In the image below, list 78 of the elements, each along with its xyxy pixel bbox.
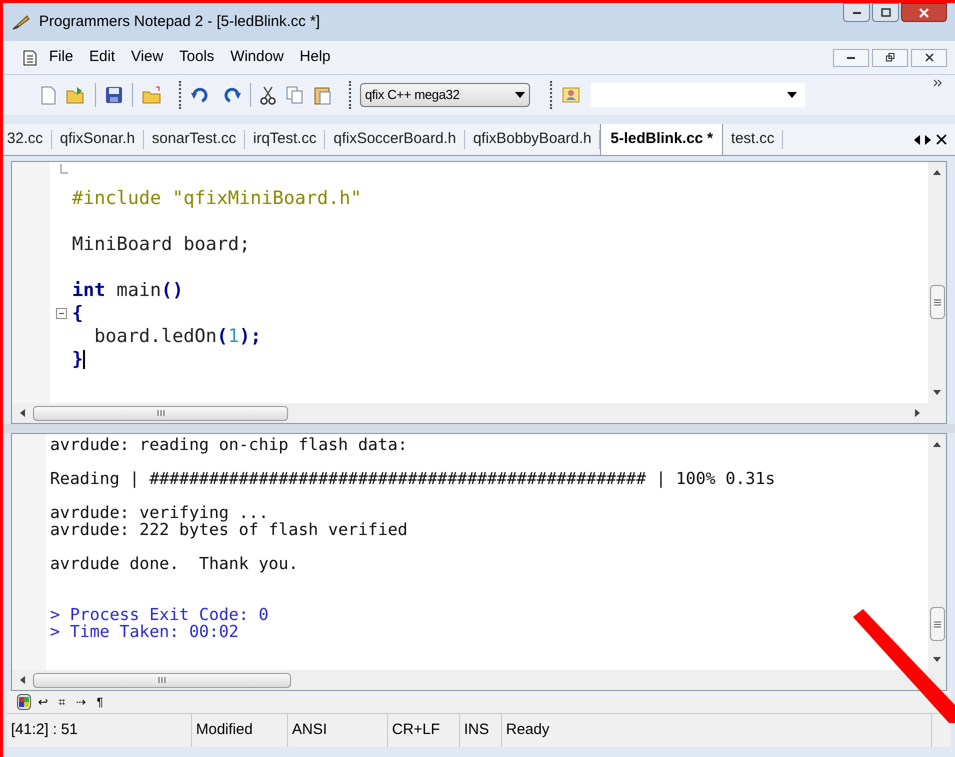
tab[interactable]: qfixSoccerBoard.h [325,130,466,149]
search-field[interactable] [591,83,805,107]
output-line: Reading | ################################################## | 100% 0.31s [50,470,776,487]
scrollbar-thumb[interactable] [930,607,944,641]
output-line: > Time Taken: 00:02 [50,623,239,640]
horizontal-scrollbar-thumb[interactable] [33,406,288,420]
scroll-down-icon[interactable] [933,390,941,395]
dropdown-arrow-icon [787,92,797,98]
code-line: int main() [72,278,184,303]
tab[interactable]: 32.cc [3,130,52,149]
restore-icon [886,53,894,62]
output-line: avrdude: reading on-chip flash data: [50,436,408,453]
folder-icon[interactable] [141,85,163,105]
output-line: > Process Exit Code: 0 [50,606,269,623]
scrollbar-thumb[interactable] [930,285,944,319]
menu-item[interactable]: Help [300,46,331,69]
code-line: } [72,348,84,372]
code-line: board.ledOn(1); [93,324,262,349]
scroll-up-icon[interactable] [933,170,941,175]
tab-left-arrow-icon[interactable] [914,134,920,144]
code-line: { [72,302,84,326]
colour-toggle-button[interactable] [17,694,31,710]
tab[interactable]: test.cc [723,130,784,149]
copy-icon[interactable] [285,85,305,105]
tab-right-arrow-icon[interactable] [925,134,931,144]
paste-icon[interactable] [313,85,333,105]
status-field: [41:2] : 51 [7,714,192,747]
tab[interactable]: sonarTest.cc [144,130,246,149]
view-toggle-button[interactable]: ¶ [93,694,107,710]
scroll-up-icon[interactable] [933,442,941,447]
tab[interactable]: irqTest.cc [245,130,326,149]
menu-item[interactable]: File [49,46,74,69]
status-field: Modified [192,714,288,747]
close-button[interactable] [901,3,947,22]
save-icon[interactable] [104,85,124,105]
scroll-left-icon[interactable] [20,409,25,417]
fold-collapse-icon[interactable] [56,308,67,319]
view-toggle-button[interactable]: ⇢ [74,694,88,710]
output-line: avrdude done. Thank you. [50,555,298,572]
mdi-minimize-button[interactable] [833,48,869,66]
cut-icon[interactable] [259,85,277,105]
close-icon [924,53,934,62]
code-line: MiniBoard board; [72,232,250,257]
mdi-restore-button[interactable] [872,48,908,66]
status-field: Ready [502,714,932,747]
view-toggle-button[interactable]: ↩ [36,694,50,710]
scroll-left-icon[interactable] [20,676,25,684]
document-icon [23,50,37,66]
minimize-icon [847,56,855,59]
status-field: ANSI [288,714,388,747]
maximize-button[interactable] [872,3,899,22]
scheme-dropdown[interactable]: qfix C++ mega32 [360,83,530,107]
view-toggle-button[interactable]: ⌗ [55,694,69,710]
minimize-icon [852,10,862,14]
horizontal-scrollbar-thumb[interactable] [33,672,291,688]
code-line: #include "qfixMiniBoard.h" [72,186,362,211]
minimize-button[interactable] [843,3,870,22]
tab-close-icon[interactable] [936,134,947,145]
maximize-icon [880,8,890,17]
status-field: INS [460,714,502,747]
menu-item[interactable]: View [131,46,164,69]
tab[interactable]: qfixSonar.h [52,130,144,149]
overflow-chevron-icon[interactable] [933,79,943,87]
output-line: avrdude: 222 bytes of flash verified [50,521,408,538]
dropdown-arrow-icon [515,92,525,98]
output-line: avrdude: verifying ... [50,504,269,521]
tab[interactable]: 5-ledBlink.cc * [600,124,724,155]
menu-item[interactable]: Edit [89,46,116,69]
menu-item[interactable]: Tools [179,46,214,69]
menu-item[interactable]: Window [230,46,284,69]
quill-icon [11,13,31,31]
mdi-close-button[interactable] [911,48,947,66]
scroll-down-icon[interactable] [933,657,941,662]
new-file-icon[interactable] [39,85,57,105]
scroll-right-icon[interactable] [915,409,920,417]
window-title: Programmers Notepad 2 - [5-ledBlink.cc *] [39,12,320,32]
status-field: CR+LF [388,714,460,747]
close-icon [918,8,930,18]
